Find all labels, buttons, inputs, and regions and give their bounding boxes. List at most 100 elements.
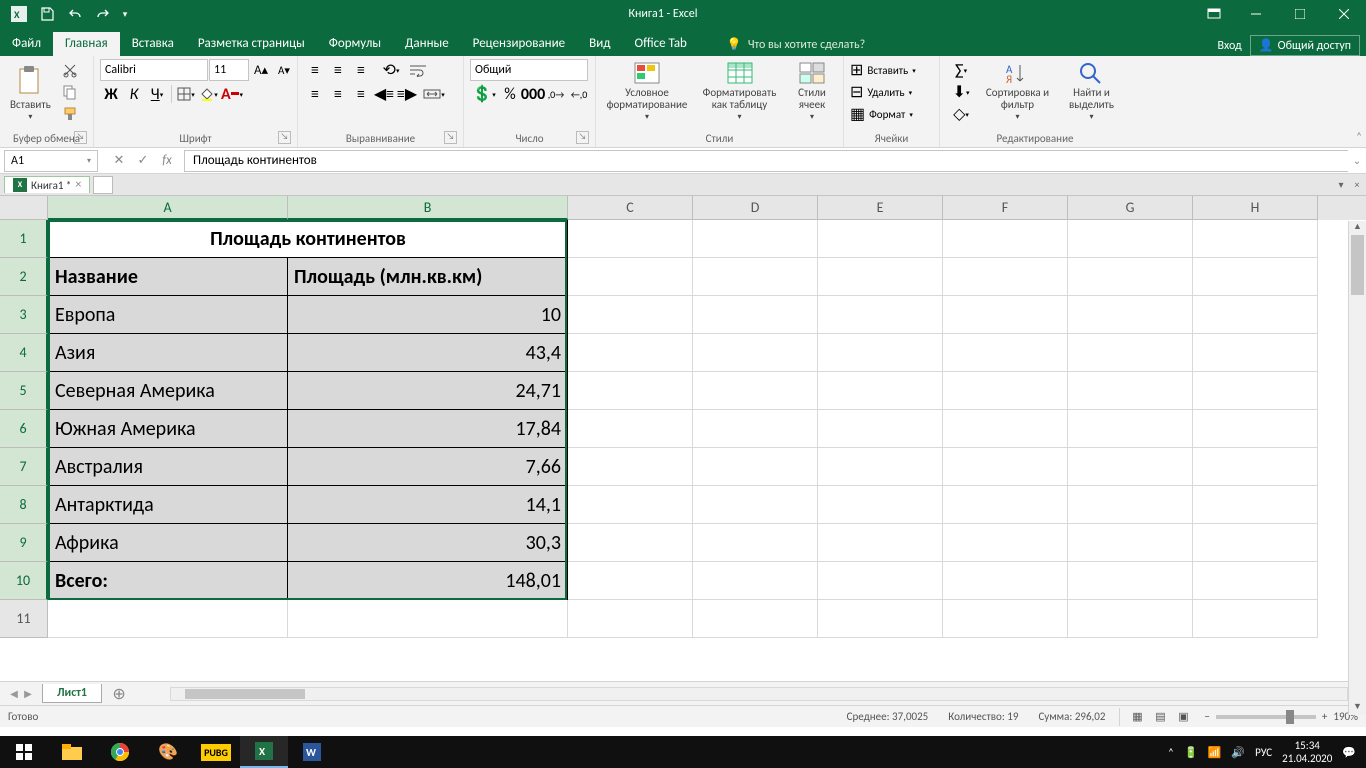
- font-launcher[interactable]: ↘: [278, 131, 291, 144]
- zoom-out-button[interactable]: −: [1204, 710, 1209, 723]
- cell[interactable]: [1068, 410, 1193, 448]
- font-color-icon[interactable]: A▾: [221, 83, 243, 105]
- cell[interactable]: [943, 448, 1068, 486]
- cell-styles-button[interactable]: Стили ячеек▾: [787, 59, 837, 125]
- excel-taskbar-icon[interactable]: X: [240, 736, 288, 768]
- cell[interactable]: [568, 524, 693, 562]
- col-header-F[interactable]: F: [943, 196, 1068, 220]
- cell[interactable]: [943, 372, 1068, 410]
- tab-home[interactable]: Главная: [53, 32, 120, 56]
- cell[interactable]: [693, 258, 818, 296]
- paint-icon[interactable]: 🎨: [144, 736, 192, 768]
- tab-review[interactable]: Рецензирование: [461, 32, 577, 56]
- conditional-formatting-button[interactable]: Условное форматирование▾: [602, 59, 692, 125]
- cell[interactable]: [1193, 600, 1318, 638]
- page-layout-view-icon[interactable]: ▤: [1149, 708, 1171, 726]
- accounting-format-icon[interactable]: 💲▾: [470, 83, 498, 105]
- start-button[interactable]: [0, 736, 48, 768]
- cell[interactable]: [1068, 600, 1193, 638]
- scroll-down-icon[interactable]: ▼: [1349, 701, 1366, 715]
- col-header-E[interactable]: E: [818, 196, 943, 220]
- format-painter-icon[interactable]: [59, 103, 81, 125]
- percent-format-icon[interactable]: %: [499, 83, 521, 105]
- fill-icon[interactable]: ⬇▾: [946, 81, 976, 103]
- decrease-decimal-icon[interactable]: ←,0: [568, 83, 590, 105]
- cell[interactable]: [1068, 524, 1193, 562]
- cell[interactable]: [1193, 448, 1318, 486]
- cell[interactable]: [943, 258, 1068, 296]
- col-header-A[interactable]: A: [48, 196, 288, 220]
- cell[interactable]: [943, 562, 1068, 600]
- language-indicator[interactable]: РУС: [1255, 746, 1272, 759]
- col-header-G[interactable]: G: [1068, 196, 1193, 220]
- row-header[interactable]: 4: [0, 334, 48, 372]
- autosum-icon[interactable]: ∑▾: [946, 59, 976, 81]
- insert-cells-button[interactable]: Вставить: [867, 64, 908, 77]
- cell[interactable]: [1193, 410, 1318, 448]
- clock[interactable]: 15:34 21.04.2020: [1282, 739, 1332, 765]
- scroll-thumb[interactable]: [1351, 235, 1364, 295]
- cell[interactable]: [693, 486, 818, 524]
- cell[interactable]: [1193, 524, 1318, 562]
- cell[interactable]: [1193, 258, 1318, 296]
- cell[interactable]: [1068, 486, 1193, 524]
- volume-icon[interactable]: 🔊: [1231, 746, 1245, 759]
- number-format-combo[interactable]: [470, 59, 588, 81]
- increase-indent-icon[interactable]: ≡▶: [396, 83, 418, 105]
- decrease-indent-icon[interactable]: ◀≡: [373, 83, 395, 105]
- cell[interactable]: 30,3: [288, 524, 568, 562]
- formula-input[interactable]: Площадь континентов: [184, 150, 1348, 172]
- file-explorer-icon[interactable]: [48, 736, 96, 768]
- tab-file[interactable]: Файл: [0, 32, 53, 56]
- cell[interactable]: [943, 486, 1068, 524]
- cell[interactable]: 14,1: [288, 486, 568, 524]
- row-header[interactable]: 2: [0, 258, 48, 296]
- ribbon-display-icon[interactable]: [1194, 8, 1234, 20]
- cell[interactable]: [693, 296, 818, 334]
- tab-insert[interactable]: Вставка: [120, 32, 186, 56]
- tray-chevron-icon[interactable]: ˄: [1168, 746, 1174, 759]
- select-all-corner[interactable]: [0, 196, 48, 220]
- row-header[interactable]: 5: [0, 372, 48, 410]
- format-cells-button[interactable]: Формат: [869, 108, 905, 121]
- cell[interactable]: Площадь (млн.кв.км): [288, 258, 568, 296]
- row-header[interactable]: 3: [0, 296, 48, 334]
- cell[interactable]: [693, 524, 818, 562]
- zoom-in-button[interactable]: +: [1322, 710, 1327, 723]
- bold-button[interactable]: Ж: [100, 83, 122, 105]
- cells-area[interactable]: Площадь континентов Название Площадь (мл…: [48, 220, 1366, 681]
- notifications-icon[interactable]: 💬: [1342, 746, 1356, 759]
- increase-font-icon[interactable]: A▴: [250, 59, 272, 81]
- fx-icon[interactable]: fx: [156, 150, 178, 172]
- hscroll-thumb[interactable]: [185, 689, 305, 699]
- undo-icon[interactable]: [62, 3, 88, 25]
- cell[interactable]: [818, 410, 943, 448]
- battery-icon[interactable]: 🔋: [1184, 746, 1198, 759]
- redo-icon[interactable]: [90, 3, 116, 25]
- cell[interactable]: [818, 334, 943, 372]
- page-break-view-icon[interactable]: ▣: [1172, 708, 1194, 726]
- copy-icon[interactable]: [59, 81, 81, 103]
- signin-link[interactable]: Вход: [1217, 39, 1241, 53]
- fill-color-icon[interactable]: ▾: [198, 83, 220, 105]
- cell[interactable]: [943, 334, 1068, 372]
- cell[interactable]: [693, 372, 818, 410]
- app-icon[interactable]: PUBG: [192, 736, 240, 768]
- cell[interactable]: [568, 334, 693, 372]
- vertical-scrollbar[interactable]: ▲ ▼: [1348, 221, 1366, 715]
- new-workbook-tab[interactable]: [93, 176, 113, 194]
- row-header[interactable]: 11: [0, 600, 48, 638]
- borders-icon[interactable]: ▾: [175, 83, 197, 105]
- enter-formula-icon[interactable]: ✓: [132, 150, 154, 172]
- sheet-prev-icon[interactable]: ◀: [8, 687, 20, 700]
- cell[interactable]: [818, 600, 943, 638]
- sheet-tab[interactable]: Лист1: [42, 684, 102, 703]
- close-tab-icon[interactable]: ×: [75, 178, 81, 192]
- comma-format-icon[interactable]: 000: [522, 83, 544, 105]
- cell[interactable]: [1193, 486, 1318, 524]
- format-as-table-button[interactable]: Форматировать как таблицу▾: [696, 59, 783, 125]
- cell[interactable]: [48, 600, 288, 638]
- cell[interactable]: [818, 372, 943, 410]
- tab-officetab[interactable]: Office Tab: [622, 32, 698, 56]
- row-header[interactable]: 10: [0, 562, 48, 600]
